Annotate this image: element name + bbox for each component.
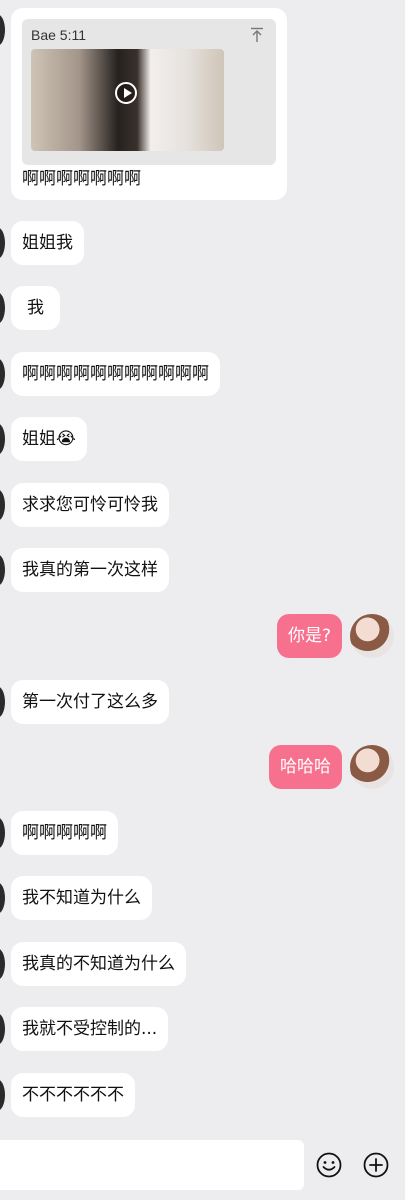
message-bubble-incoming[interactable]: 姐姐😭 xyxy=(11,417,87,461)
sender-avatar[interactable] xyxy=(0,227,5,259)
message-bubble-outgoing[interactable]: 你是? xyxy=(276,614,342,658)
emoji-icon[interactable] xyxy=(316,1152,342,1178)
video-title: Bae 5:11 xyxy=(31,27,87,43)
pin-top-icon[interactable] xyxy=(250,27,264,43)
self-avatar[interactable] xyxy=(350,745,394,789)
message-bubble-incoming[interactable]: 求求您可怜可怜我 xyxy=(11,483,169,527)
message-input-bar xyxy=(0,1132,405,1200)
plus-icon[interactable] xyxy=(363,1152,389,1178)
message-bubble-incoming[interactable]: 我不知道为什么 xyxy=(11,876,152,920)
message-bubble-incoming[interactable]: 我真的不知道为什么 xyxy=(11,942,186,986)
sender-avatar[interactable] xyxy=(0,1079,5,1111)
message-bubble-incoming[interactable]: 姐姐我 xyxy=(11,221,84,265)
video-thumbnail[interactable] xyxy=(31,49,224,151)
sender-avatar[interactable] xyxy=(0,489,5,521)
play-icon[interactable] xyxy=(115,82,137,104)
sender-avatar[interactable] xyxy=(0,554,5,586)
sender-avatar[interactable] xyxy=(0,1013,5,1045)
sender-avatar[interactable] xyxy=(0,817,5,849)
message-bubble-incoming[interactable]: 我真的第一次这样 xyxy=(11,548,169,592)
message-bubble-outgoing[interactable]: 哈哈哈 xyxy=(269,745,342,789)
sender-avatar[interactable] xyxy=(0,686,5,718)
self-avatar[interactable] xyxy=(350,614,394,658)
message-bubble-incoming[interactable]: 我 xyxy=(11,286,60,330)
message-bubble-incoming[interactable]: 第一次付了这么多 xyxy=(11,680,169,724)
sender-avatar[interactable] xyxy=(0,882,5,914)
sender-avatar[interactable] xyxy=(0,423,5,455)
video-preview[interactable]: Bae 5:11 xyxy=(22,19,276,165)
sender-avatar[interactable] xyxy=(0,292,5,324)
sender-avatar[interactable] xyxy=(0,14,5,46)
video-caption: 啊啊啊啊啊啊啊 xyxy=(22,169,141,189)
sender-avatar[interactable] xyxy=(0,358,5,390)
video-message-card[interactable]: Bae 5:11 啊啊啊啊啊啊啊 xyxy=(11,8,287,200)
message-bubble-incoming[interactable]: 不不不不不不 xyxy=(11,1073,135,1117)
message-bubble-incoming[interactable]: 啊啊啊啊啊 xyxy=(11,811,118,855)
sender-avatar[interactable] xyxy=(0,948,5,980)
chat-message-list[interactable]: Bae 5:11 啊啊啊啊啊啊啊 姐姐我 我 啊啊啊啊啊啊啊啊啊啊啊 姐姐😭 求… xyxy=(0,0,405,1132)
message-bubble-incoming[interactable]: 我就不受控制的... xyxy=(11,1007,169,1051)
message-input[interactable] xyxy=(0,1140,304,1190)
message-bubble-incoming[interactable]: 啊啊啊啊啊啊啊啊啊啊啊 xyxy=(11,352,220,396)
